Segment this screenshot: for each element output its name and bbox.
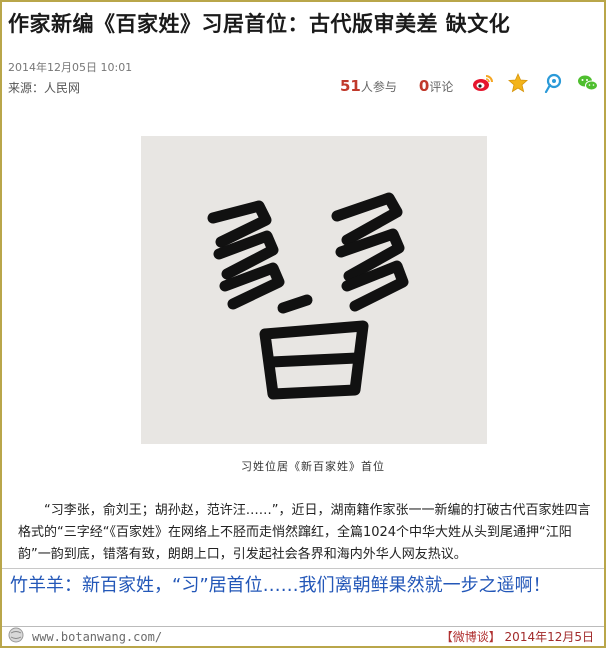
figure-caption: 习姓位居《新百家姓》首位 xyxy=(241,460,385,473)
article-paragraph: “习李张，俞刘王；胡孙赵，范许汪……”，近日，湖南籍作家张一一新编的打破古代百家… xyxy=(18,503,591,562)
article-date: 2014年12月05日 10:01 xyxy=(8,61,133,74)
comments-stat[interactable]: 0评论 xyxy=(419,77,453,95)
article-title: 作家新编《百家姓》习居首位：古代版审美差 缺文化 xyxy=(8,12,511,36)
wechat-icon[interactable] xyxy=(577,72,599,94)
participants-stat[interactable]: 51人参与 xyxy=(340,77,397,95)
calligraphy-image xyxy=(141,136,487,444)
star-icon[interactable] xyxy=(507,72,529,94)
comments-label: 评论 xyxy=(429,80,454,94)
featured-comment: 竹羊羊：新百家姓，“习”居首位……我们离朝鲜果然就一步之遥啊！ xyxy=(2,568,604,626)
site-url-link[interactable]: www.botanwang.com/ xyxy=(32,630,162,644)
footer-tag-date: 【微博谈】 2014年12月5日 xyxy=(441,628,594,645)
tencent-weibo-icon[interactable] xyxy=(542,72,564,94)
footer-bar: www.botanwang.com/ 【微博谈】 2014年12月5日 xyxy=(2,626,604,646)
share-bar xyxy=(472,72,599,94)
participants-label: 人参与 xyxy=(360,80,397,94)
weibo-icon[interactable] xyxy=(472,72,494,94)
participants-count: 51 xyxy=(340,77,361,95)
comments-count: 0 xyxy=(418,77,430,95)
footer-site: www.botanwang.com/ xyxy=(8,627,162,647)
xi-calligraphy-character xyxy=(141,136,487,444)
comment-text: 竹羊羊：新百家姓，“习”居首位……我们离朝鲜果然就一步之遥啊！ xyxy=(10,575,551,596)
footer-date: 2014年12月5日 xyxy=(504,630,594,644)
globe-icon xyxy=(8,627,24,647)
article-source: 来源：人民网 xyxy=(8,81,81,95)
article-stats: 51人参与 0评论 xyxy=(340,77,453,95)
weibo-tag: 【微博谈】 xyxy=(440,630,501,644)
